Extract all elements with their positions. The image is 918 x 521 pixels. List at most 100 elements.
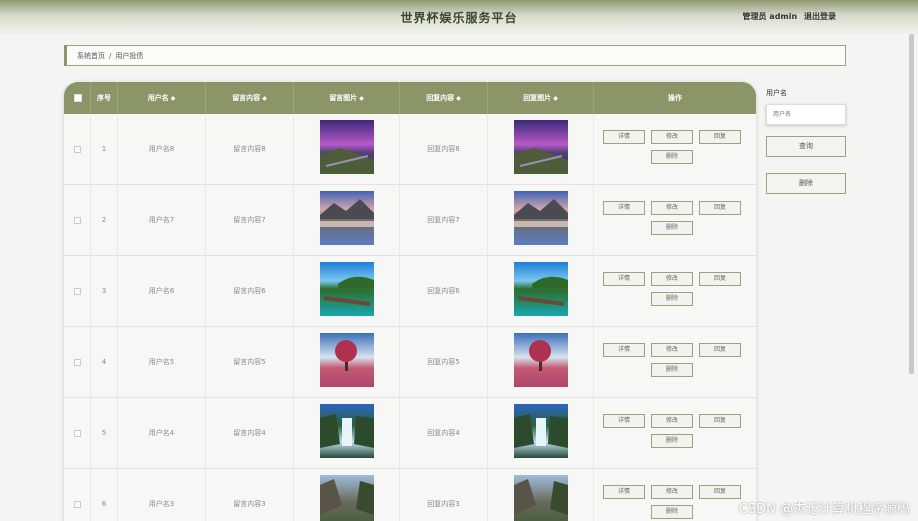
- row-reply: 回复内容4: [400, 398, 488, 469]
- reply-image[interactable]: [514, 191, 568, 245]
- breadcrumb-current: 用户投债: [115, 52, 144, 60]
- username-search-input[interactable]: [766, 104, 846, 125]
- reply-button[interactable]: 回复: [699, 414, 741, 428]
- reply-image[interactable]: [514, 120, 568, 174]
- row-image-cell: [294, 185, 400, 256]
- delete-button[interactable]: 删除: [651, 221, 693, 235]
- detail-button[interactable]: 详情: [603, 485, 645, 499]
- header-reply-label: 回复内容: [426, 94, 455, 102]
- row-checkbox[interactable]: [74, 146, 81, 153]
- logout-link[interactable]: 退出登录: [804, 12, 836, 21]
- message-image[interactable]: [320, 262, 374, 316]
- delete-button[interactable]: 删除: [651, 150, 693, 164]
- row-select-cell: [64, 114, 91, 185]
- row-reply: 回复内容3: [400, 469, 488, 521]
- sort-icon: ◆: [170, 95, 176, 102]
- message-image[interactable]: [320, 120, 374, 174]
- row-checkbox[interactable]: [74, 359, 81, 366]
- reply-button[interactable]: 回复: [699, 201, 741, 215]
- edit-button[interactable]: 修改: [651, 201, 693, 215]
- header-index: 序号: [91, 82, 118, 114]
- message-image[interactable]: [320, 404, 374, 458]
- table-header: 序号 用户名 ◆ 留言内容 ◆ 留言图片 ◆ 回复内容 ◆ 回复图片 ◆ 操作: [64, 82, 756, 114]
- detail-button[interactable]: 详情: [603, 414, 645, 428]
- edit-button[interactable]: 修改: [651, 414, 693, 428]
- table-row: 4 用户名5 留言内容5 回复内容5 详情 修改 回复 删除: [64, 327, 756, 398]
- header-image-label: 留言图片: [329, 94, 358, 102]
- table-row: 2 用户名7 留言内容7 回复内容7 详情 修改 回复 删除: [64, 185, 756, 256]
- edit-button[interactable]: 修改: [651, 272, 693, 286]
- reply-image[interactable]: [514, 404, 568, 458]
- row-checkbox[interactable]: [74, 288, 81, 295]
- row-actions: 详情 修改 回复 删除: [594, 398, 756, 469]
- row-checkbox[interactable]: [74, 501, 81, 508]
- delete-button[interactable]: 删除: [651, 505, 693, 519]
- message-image[interactable]: [320, 191, 374, 245]
- delete-button[interactable]: 删除: [651, 292, 693, 306]
- row-username: 用户名6: [118, 256, 206, 327]
- row-index: 4: [91, 327, 118, 398]
- reply-button[interactable]: 回复: [699, 343, 741, 357]
- row-reply: 回复内容6: [400, 256, 488, 327]
- reply-button[interactable]: 回复: [699, 272, 741, 286]
- row-checkbox[interactable]: [74, 430, 81, 437]
- row-image-cell: [294, 469, 400, 521]
- row-select-cell: [64, 256, 91, 327]
- detail-button[interactable]: 详情: [603, 201, 645, 215]
- message-image[interactable]: [320, 475, 374, 521]
- reply-image[interactable]: [514, 262, 568, 316]
- detail-button[interactable]: 详情: [603, 130, 645, 144]
- delete-button[interactable]: 删除: [651, 363, 693, 377]
- edit-button[interactable]: 修改: [651, 343, 693, 357]
- header-content[interactable]: 留言内容 ◆: [206, 82, 294, 114]
- message-image[interactable]: [320, 333, 374, 387]
- reply-image[interactable]: [514, 475, 568, 521]
- row-index: 6: [91, 469, 118, 521]
- header-reply[interactable]: 回复内容 ◆: [400, 82, 488, 114]
- edit-button[interactable]: 修改: [651, 130, 693, 144]
- row-select-cell: [64, 398, 91, 469]
- breadcrumb-home[interactable]: 系统首页: [77, 52, 105, 60]
- search-label: 用户名: [766, 89, 787, 97]
- header-username[interactable]: 用户名 ◆: [118, 82, 206, 114]
- row-index: 2: [91, 185, 118, 256]
- row-index: 1: [91, 114, 118, 185]
- row-reply: 回复内容5: [400, 327, 488, 398]
- row-index: 3: [91, 256, 118, 327]
- table-row: 3 用户名6 留言内容6 回复内容6 详情 修改 回复 删除: [64, 256, 756, 327]
- row-reply-image-cell: [488, 185, 594, 256]
- header-content-label: 留言内容: [232, 94, 261, 102]
- sort-icon: ◆: [456, 95, 461, 102]
- row-actions: 详情 修改 回复 删除: [594, 185, 756, 256]
- row-username: 用户名5: [118, 327, 206, 398]
- breadcrumb: 系统首页 / 用户投债: [64, 45, 846, 66]
- header-reply-image[interactable]: 回复图片 ◆: [488, 82, 594, 114]
- row-select-cell: [64, 185, 91, 256]
- row-image-cell: [294, 114, 400, 185]
- header-image[interactable]: 留言图片 ◆: [294, 82, 400, 114]
- edit-button[interactable]: 修改: [651, 485, 693, 499]
- row-checkbox[interactable]: [74, 217, 81, 224]
- user-area: 管理员 admin 退出登录: [739, 11, 836, 22]
- detail-button[interactable]: 详情: [603, 343, 645, 357]
- row-actions: 详情 修改 回复 删除: [594, 256, 756, 327]
- select-all-checkbox[interactable]: [74, 94, 82, 102]
- row-content: 留言内容8: [206, 114, 294, 185]
- table-row: 1 用户名8 留言内容8 回复内容8 详情 修改 回复 删除: [64, 114, 756, 185]
- search-button[interactable]: 查询: [766, 136, 846, 157]
- row-reply-image-cell: [488, 327, 594, 398]
- row-select-cell: [64, 327, 91, 398]
- row-image-cell: [294, 398, 400, 469]
- header-select: [64, 82, 91, 114]
- row-index: 5: [91, 398, 118, 469]
- delete-button[interactable]: 删除: [651, 434, 693, 448]
- reply-button[interactable]: 回复: [699, 485, 741, 499]
- table-row: 5 用户名4 留言内容4 回复内容4 详情 修改 回复 删除: [64, 398, 756, 469]
- detail-button[interactable]: 详情: [603, 272, 645, 286]
- reply-image[interactable]: [514, 333, 568, 387]
- batch-delete-button[interactable]: 删除: [766, 173, 846, 194]
- reply-button[interactable]: 回复: [699, 130, 741, 144]
- page-scrollbar[interactable]: [909, 34, 914, 374]
- row-username: 用户名3: [118, 469, 206, 521]
- row-actions: 详情 修改 回复 删除: [594, 469, 756, 521]
